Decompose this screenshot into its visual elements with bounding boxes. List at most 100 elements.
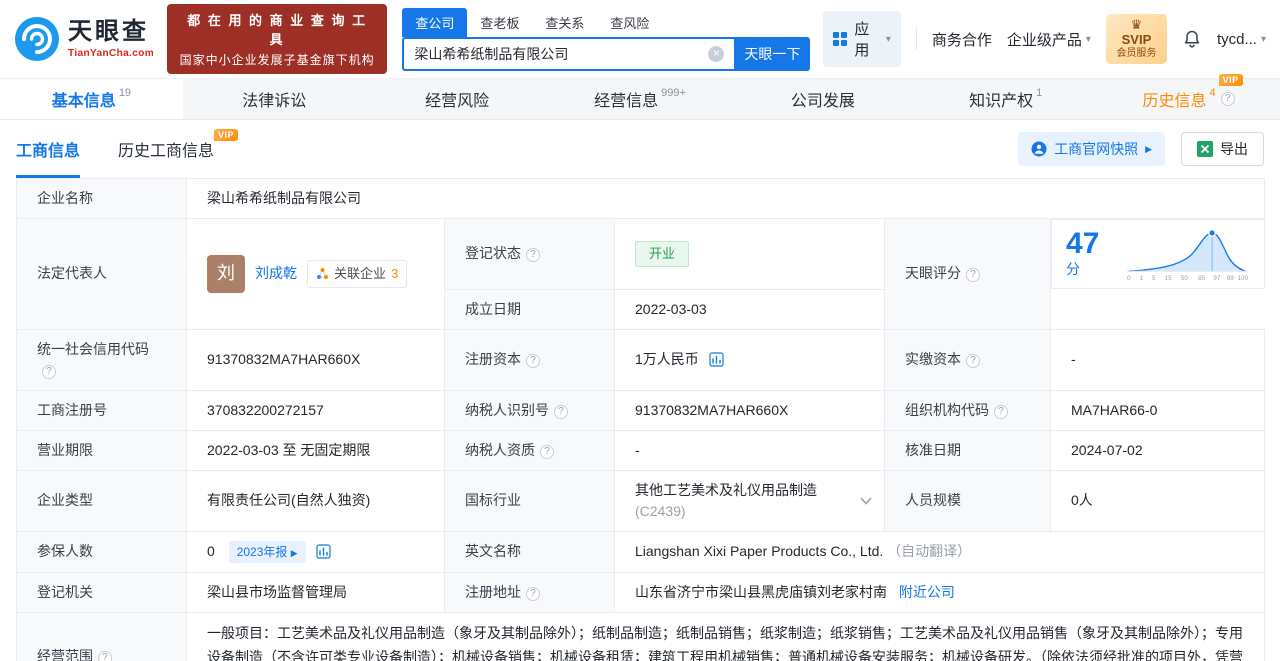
subtab-history-registration[interactable]: 历史工商信息 VIP	[118, 120, 239, 178]
label-text: 经营范围	[37, 648, 93, 661]
svg-text:100: 100	[1238, 275, 1249, 282]
related-companies-badge[interactable]: 关联企业 3	[307, 260, 408, 288]
chevron-down-icon: ▾	[1260, 33, 1266, 45]
table-row: 参保人数 0 2023年报 ▶ 英文名称 Liangshan Xixi Pape…	[16, 530, 1265, 573]
address-text: 山东省济宁市梁山县黑虎庙镇刘老家村南	[635, 583, 887, 600]
nearby-companies-link[interactable]: 附近公司	[899, 584, 955, 600]
tab-history-info[interactable]: 历史信息 4 ? VIP	[1097, 74, 1280, 119]
export-label: 导出	[1220, 141, 1248, 157]
chevron-down-icon: ▾	[1085, 33, 1091, 45]
svg-text:50: 50	[1181, 275, 1188, 282]
insured-count-value: 0 2023年报 ▶	[186, 530, 445, 573]
reg-capital-value: 1万人民币	[614, 328, 885, 391]
menu-item-cooperation[interactable]: 商务合作	[932, 29, 992, 50]
info-icon[interactable]: ?	[98, 651, 112, 661]
label-text: 注册资本	[465, 351, 521, 367]
search-box: ×	[402, 36, 735, 71]
tab-legal-proceedings[interactable]: 法律诉讼	[183, 79, 366, 119]
field-label-reg-status: 登记状态?	[444, 218, 615, 290]
svg-text:99: 99	[1227, 275, 1234, 282]
apps-menu-label: 应用	[854, 21, 870, 59]
english-name-text: Liangshan Xixi Paper Products Co., Ltd.	[635, 543, 884, 559]
info-icon[interactable]: ?	[526, 248, 540, 263]
top-header: 天眼查 TianYanCha.com 都 在 用 的 商 业 查 询 工 具 国…	[0, 0, 1280, 78]
annual-report-label: 2023年报	[236, 544, 288, 559]
reg-capital-text: 1万人民币	[635, 351, 699, 367]
user-account-menu[interactable]: tycd... ▾	[1217, 31, 1266, 48]
field-label-legal-rep: 法定代表人	[16, 218, 187, 330]
tianyancha-logo[interactable]: 天眼查 TianYanCha.com	[14, 16, 154, 62]
search-button[interactable]: 天眼一下	[734, 36, 811, 71]
industry-value: 其他工艺美术及礼仪用品制造 (C2439)	[614, 469, 885, 532]
logo-text-en: TianYanCha.com	[68, 47, 154, 59]
field-label-paid-capital: 实缴资本?	[884, 328, 1051, 391]
label-text: 天眼评分	[905, 265, 961, 282]
label-text: 纳税人资质	[465, 441, 535, 458]
enterprise-label: 企业级产品	[1006, 31, 1082, 49]
chevron-down-icon[interactable]	[860, 496, 872, 505]
svg-text:0: 0	[1127, 275, 1131, 282]
search-tab-relation[interactable]: 查关系	[532, 8, 597, 37]
official-snapshot-button[interactable]: 工商官网快照 ▶	[1018, 132, 1165, 166]
legal-rep-name-link[interactable]: 刘成乾	[255, 263, 297, 284]
apps-grid-icon	[833, 32, 848, 46]
reg-status-value: 开业	[614, 218, 885, 290]
tab-basic-info[interactable]: 基本信息 19	[0, 79, 183, 119]
divider	[915, 28, 917, 50]
search-tab-risk[interactable]: 查风险	[597, 8, 662, 37]
tab-company-development[interactable]: 公司发展	[731, 79, 914, 119]
snapshot-label: 工商官网快照	[1054, 141, 1139, 157]
label-text: 纳税人识别号	[465, 401, 549, 418]
field-label-reg-authority: 登记机关	[16, 571, 187, 613]
info-icon[interactable]: ?	[42, 364, 56, 379]
notification-bell-icon[interactable]	[1182, 29, 1202, 49]
company-type-value: 有限责任公司(自然人独资)	[186, 469, 445, 532]
capital-detail-icon[interactable]	[709, 352, 724, 367]
search-input[interactable]	[414, 45, 709, 62]
search-tab-company[interactable]: 查公司	[402, 7, 468, 37]
industry-text: 其他工艺美术及礼仪用品制造	[635, 481, 817, 498]
tab-intellectual-property[interactable]: 知识产权 1	[914, 79, 1097, 119]
svip-title: SVIP	[1121, 32, 1152, 48]
field-label-reg-capital: 注册资本?	[444, 328, 615, 391]
report-detail-icon[interactable]	[315, 543, 331, 559]
legal-rep-avatar[interactable]: 刘	[207, 254, 245, 293]
tab-operating-info[interactable]: 经营信息 999+	[549, 79, 732, 119]
field-label-approval-date: 核准日期	[884, 429, 1051, 471]
header-right-menu: 应用 ▾ 商务合作 企业级产品 ▾ ♛ SVIP 会员服务 tycd... ▾	[823, 11, 1266, 67]
menu-item-enterprise[interactable]: 企业级产品 ▾	[1007, 29, 1091, 50]
tianyan-score-cell: 47 分 0 1 5 15 50 85 97 99 100	[1051, 219, 1265, 289]
tab-operating-risk[interactable]: 经营风险	[366, 79, 549, 119]
tab-count: 4	[1209, 87, 1216, 99]
business-info-table: 企业名称 梁山希希纸制品有限公司 法定代表人 刘 刘成乾 关联企业 3 登记状态…	[16, 178, 1265, 661]
field-label-taxpayer-qualification: 纳税人资质?	[444, 429, 615, 471]
label-text: 统一社会信用代码	[37, 340, 149, 357]
subtab-business-registration[interactable]: 工商信息	[16, 120, 80, 178]
info-icon[interactable]: ?	[554, 404, 568, 419]
info-icon[interactable]: ?	[966, 354, 980, 368]
field-label-staff-size: 人员规模	[884, 469, 1051, 532]
paid-capital-value: -	[1050, 328, 1265, 391]
info-icon[interactable]: ?	[1220, 92, 1235, 106]
company-name-value: 梁山希希纸制品有限公司	[186, 178, 1265, 219]
tab-label: 基本信息	[51, 93, 116, 110]
related-companies-label: 关联企业	[334, 266, 387, 281]
info-icon[interactable]: ?	[526, 354, 540, 368]
table-row: 登记机关 梁山县市场监督管理局 注册地址? 山东省济宁市梁山县黑虎庙镇刘老家村南…	[16, 571, 1265, 613]
annual-report-link[interactable]: 2023年报 ▶	[228, 540, 306, 563]
export-button[interactable]: 导出	[1181, 132, 1264, 166]
apps-menu-button[interactable]: 应用 ▾	[823, 11, 901, 67]
slogan-line2: 国家中小企业发展子基金旗下机构	[179, 53, 375, 67]
info-icon[interactable]: ?	[526, 586, 540, 601]
label-text: 实缴资本	[905, 351, 961, 367]
info-icon[interactable]: ?	[994, 404, 1008, 419]
info-icon[interactable]: ?	[540, 444, 554, 459]
clear-search-icon[interactable]: ×	[708, 45, 725, 62]
search-tab-boss[interactable]: 查老板	[467, 8, 532, 37]
info-icon[interactable]: ?	[966, 268, 980, 283]
table-row: 营业期限 2022-03-03 至 无固定期限 纳税人资质? - 核准日期 20…	[16, 429, 1265, 471]
svg-text:5: 5	[1152, 275, 1156, 282]
table-row: 工商注册号 370832200272157 纳税人识别号? 91370832MA…	[16, 389, 1265, 431]
svip-member-badge[interactable]: ♛ SVIP 会员服务	[1105, 14, 1167, 64]
play-icon: ▶	[1145, 143, 1152, 154]
